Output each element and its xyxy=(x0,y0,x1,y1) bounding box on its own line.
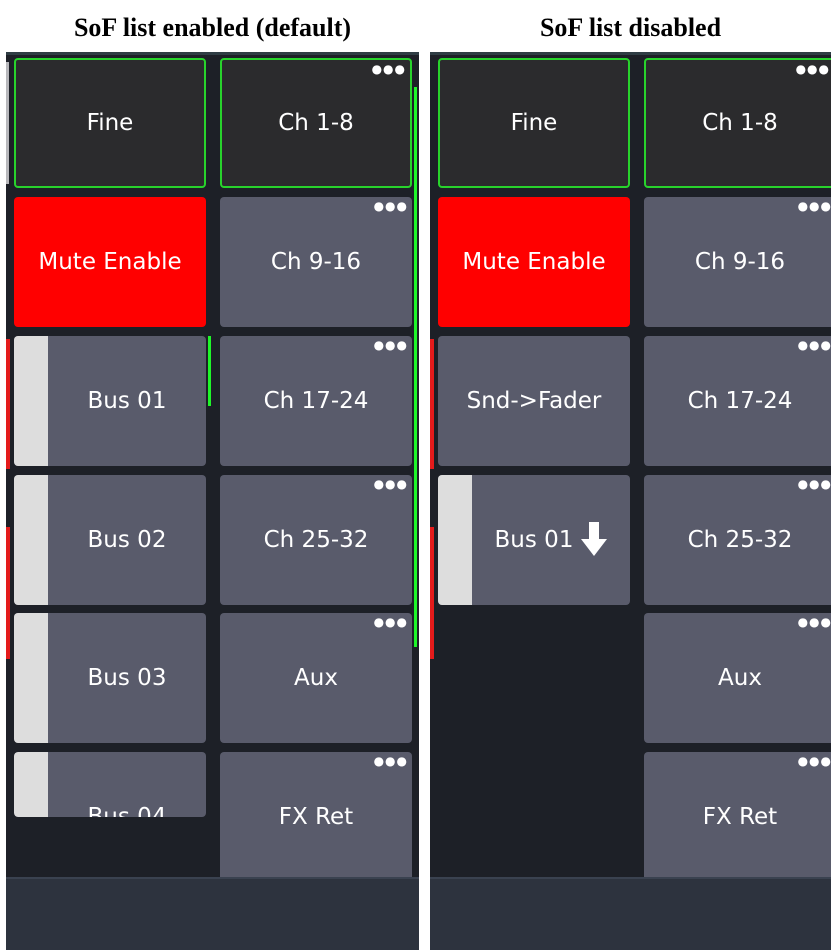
caption-sof-disabled: SoF list disabled xyxy=(539,13,722,42)
more-dots-icon[interactable]: ●●● xyxy=(374,755,408,767)
fine-label: Fine xyxy=(86,110,134,136)
more-dots-icon[interactable]: ●●● xyxy=(798,755,831,767)
ch-25-32-button[interactable]: ●●● Ch 25-32 xyxy=(644,475,831,605)
panel-sof-disabled: Fine Mute Enable Snd->Fader Bus 01 ●●● C… xyxy=(430,52,831,950)
scroll-indicator-green xyxy=(414,87,417,647)
bus-fader-strip xyxy=(14,336,48,466)
panel-sof-enabled: Fine Mute Enable Bus 01 Bus 02 Bus 03 Bu… xyxy=(6,52,419,950)
mute-enable-button[interactable]: Mute Enable xyxy=(438,197,630,327)
bus-03-label: Bus 03 xyxy=(87,665,167,691)
fine-label: Fine xyxy=(510,110,558,136)
ch-25-32-button[interactable]: ●●● Ch 25-32 xyxy=(220,475,412,605)
ch-9-16-label: Ch 9-16 xyxy=(270,249,362,275)
bottom-bar xyxy=(6,877,419,950)
bus-02-label: Bus 02 xyxy=(87,527,167,553)
bus-03-button[interactable]: Bus 03 xyxy=(14,613,206,743)
scroll-indicator xyxy=(6,62,9,184)
bus-fader-strip xyxy=(14,752,48,817)
fx-ret-label: FX Ret xyxy=(702,804,778,830)
ch-1-8-label: Ch 1-8 xyxy=(278,110,354,136)
ch-1-8-label: Ch 1-8 xyxy=(702,110,778,136)
bottom-bar xyxy=(430,877,831,950)
aux-label: Aux xyxy=(718,665,762,691)
bus-meter-left-red xyxy=(6,339,10,469)
ch-1-8-button[interactable]: ●●● Ch 1-8 xyxy=(644,58,831,188)
bus-meter-left-red xyxy=(6,527,10,659)
fx-ret-button[interactable]: ●●● FX Ret xyxy=(644,752,831,882)
aux-button[interactable]: ●●● Aux xyxy=(644,613,831,743)
mute-enable-button[interactable]: Mute Enable xyxy=(14,197,206,327)
ch-17-24-button[interactable]: ●●● Ch 17-24 xyxy=(644,336,831,466)
ch-9-16-label: Ch 9-16 xyxy=(694,249,786,275)
bus-meter-green xyxy=(208,336,211,406)
ch-9-16-button[interactable]: ●●● Ch 9-16 xyxy=(644,197,831,327)
snd-to-fader-button[interactable]: Snd->Fader xyxy=(438,336,630,466)
bus-02-button[interactable]: Bus 02 xyxy=(14,475,206,605)
bus-01-label: Bus 01 xyxy=(87,388,167,414)
snd-to-fader-label: Snd->Fader xyxy=(466,388,602,414)
more-dots-icon[interactable]: ●●● xyxy=(798,200,831,212)
more-dots-icon[interactable]: ●●● xyxy=(372,63,406,75)
fx-ret-button[interactable]: ●●● FX Ret xyxy=(220,752,412,882)
more-dots-icon[interactable]: ●●● xyxy=(798,339,831,351)
more-dots-icon[interactable]: ●●● xyxy=(798,478,831,490)
more-dots-icon[interactable]: ●●● xyxy=(798,616,831,628)
bus-fader-strip xyxy=(14,613,48,743)
bus-04-button[interactable]: Bus 04 xyxy=(14,752,206,817)
ch-17-24-label: Ch 17-24 xyxy=(687,388,793,414)
ch-17-24-label: Ch 17-24 xyxy=(263,388,369,414)
fine-button[interactable]: Fine xyxy=(14,58,206,188)
more-dots-icon[interactable]: ●●● xyxy=(374,339,408,351)
bus-01-button[interactable]: Bus 01 xyxy=(14,336,211,466)
ch-25-32-label: Ch 25-32 xyxy=(263,527,369,553)
more-dots-icon[interactable]: ●●● xyxy=(374,478,408,490)
caption-sof-enabled: SoF list enabled (default) xyxy=(73,13,352,42)
bus-01-label-group: Bus 01 xyxy=(495,522,608,558)
fx-ret-label: FX Ret xyxy=(278,804,354,830)
ch-9-16-button[interactable]: ●●● Ch 9-16 xyxy=(220,197,412,327)
bus-meter-left-red xyxy=(430,527,434,659)
panel-top-line xyxy=(6,52,419,55)
mute-enable-label: Mute Enable xyxy=(462,249,606,275)
aux-label: Aux xyxy=(294,665,338,691)
ch-1-8-button[interactable]: ●●● Ch 1-8 xyxy=(220,58,412,188)
more-dots-icon[interactable]: ●●● xyxy=(796,63,830,75)
ch-17-24-button[interactable]: ●●● Ch 17-24 xyxy=(220,336,412,466)
bus-01-button[interactable]: Bus 01 xyxy=(438,475,630,605)
bus-04-label: Bus 04 xyxy=(87,804,167,817)
ch-25-32-label: Ch 25-32 xyxy=(687,527,793,553)
bus-meter-left-red xyxy=(430,339,434,469)
mute-enable-label: Mute Enable xyxy=(38,249,182,275)
bus-fader-strip xyxy=(438,475,472,605)
fine-button[interactable]: Fine xyxy=(438,58,630,188)
bus-fader-strip xyxy=(14,475,48,605)
aux-button[interactable]: ●●● Aux xyxy=(220,613,412,743)
panel-top-line xyxy=(430,52,831,55)
bus-01-label: Bus 01 xyxy=(494,527,574,553)
more-dots-icon[interactable]: ●●● xyxy=(374,200,408,212)
more-dots-icon[interactable]: ●●● xyxy=(374,616,408,628)
arrow-down-icon xyxy=(581,522,608,556)
